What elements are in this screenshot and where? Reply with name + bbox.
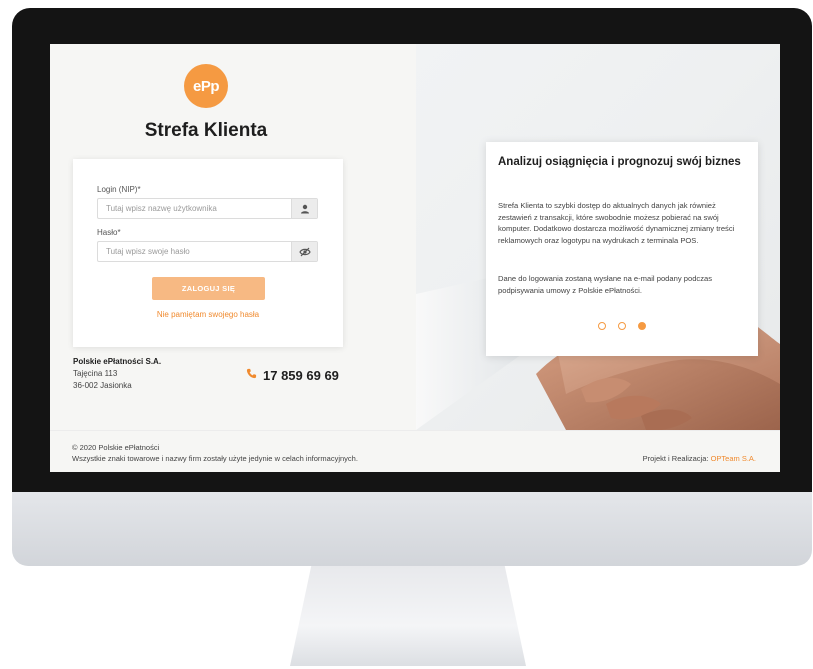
carousel-dot-3[interactable]	[638, 322, 646, 330]
carousel-dots	[486, 322, 758, 330]
company-city: 36-002 Jasionka	[73, 381, 132, 390]
credit-link[interactable]: OPTeam S.A.	[711, 454, 756, 463]
login-label: Login (NIP)*	[97, 185, 141, 194]
promo-paragraph: Dane do logowania zostaną wysłane na e-m…	[498, 274, 713, 295]
login-pane: ePp Strefa Klienta Login (NIP)* Tutaj wp…	[50, 44, 416, 430]
promo-title: Analizuj osiągnięcia i prognozuj swój bi…	[498, 156, 741, 168]
password-input[interactable]	[98, 242, 291, 261]
phone-number[interactable]: 17 859 69 69	[263, 368, 339, 383]
login-card: Login (NIP)* Hasło*	[73, 159, 343, 347]
credit-text: Projekt i Realizacja: OPTeam S.A.	[643, 454, 756, 463]
password-label: Hasło*	[97, 228, 121, 237]
screen: ePp Strefa Klienta Login (NIP)* Tutaj wp…	[50, 44, 780, 472]
login-field	[97, 198, 318, 219]
brand-logo: ePp	[184, 64, 228, 108]
monitor-bezel: ePp Strefa Klienta Login (NIP)* Tutaj wp…	[12, 8, 812, 492]
company-name: Polskie ePłatności S.A.	[73, 357, 162, 366]
phone-icon	[246, 366, 257, 384]
eye-slash-icon[interactable]	[291, 242, 317, 261]
phone-contact[interactable]: 17 859 69 69	[246, 366, 339, 384]
carousel-dot-1[interactable]	[598, 322, 606, 330]
handshake-photo: Analizuj osiągnięcia i prognozuj swój bi…	[416, 44, 780, 430]
disclaimer-text: Wszystkie znaki towarowe i nazwy firm zo…	[72, 454, 358, 463]
monitor-mockup: ePp Strefa Klienta Login (NIP)* Tutaj wp…	[0, 0, 813, 669]
login-input[interactable]	[98, 199, 291, 218]
password-field	[97, 241, 318, 262]
login-button[interactable]: ZALOGUJ SIĘ	[152, 277, 265, 300]
footer: © 2020 Polskie ePłatności Wszystkie znak…	[50, 430, 780, 472]
promo-card: Analizuj osiągnięcia i prognozuj swój bi…	[486, 142, 758, 356]
user-icon	[291, 199, 317, 218]
page-title: Strefa Klienta	[144, 120, 268, 141]
brand-logo-text: ePp	[192, 77, 220, 95]
company-street: Tajęcina 113	[73, 369, 118, 378]
promo-paragraph: Strefa Klienta to szybki dostęp do aktua…	[498, 201, 735, 245]
carousel-dot-2[interactable]	[618, 322, 626, 330]
monitor-chin	[12, 492, 812, 566]
credit-prefix: Projekt i Realizacja:	[642, 454, 709, 463]
copyright-text: © 2020 Polskie ePłatności	[72, 443, 160, 452]
monitor-stand	[290, 566, 526, 666]
forgot-password-link[interactable]: Nie pamiętam swojego hasła	[73, 310, 343, 319]
